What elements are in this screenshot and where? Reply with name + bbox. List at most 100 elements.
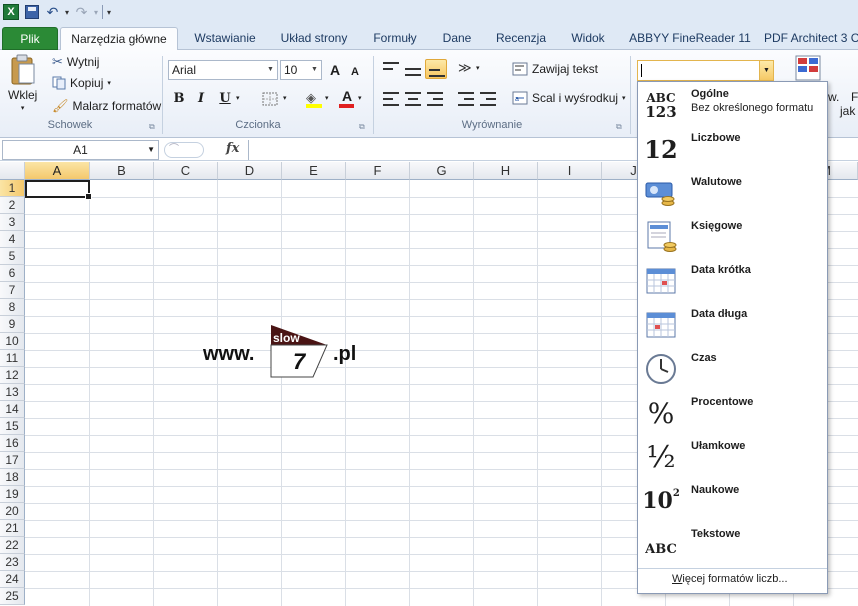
format-painter-button[interactable]: 🖌 Malarz formatów <box>52 98 161 114</box>
tab-file[interactable]: Plik <box>2 27 58 50</box>
undo-button[interactable]: ↶ <box>44 4 61 21</box>
fill-color-dropdown-icon[interactable]: ▾ <box>325 94 329 102</box>
align-top-icon[interactable] <box>383 62 399 76</box>
alignment-launcher-icon[interactable]: ⧉ <box>616 122 622 132</box>
tab-pdf-architect[interactable]: PDF Architect 3 Cr <box>764 27 858 50</box>
format-item-percent[interactable]: % Procentowe <box>638 390 827 434</box>
row-header[interactable]: 4 <box>0 231 25 248</box>
formula-expand-handle[interactable]: ⌒ <box>164 142 204 158</box>
tab-data[interactable]: Dane <box>434 27 480 50</box>
decrease-indent-icon[interactable] <box>458 92 474 106</box>
column-header[interactable]: I <box>538 162 602 180</box>
align-middle-icon[interactable] <box>405 62 421 76</box>
underline-button[interactable]: U <box>216 90 234 108</box>
row-header[interactable]: 14 <box>0 401 25 418</box>
row-header[interactable]: 19 <box>0 486 25 503</box>
row-header[interactable]: 15 <box>0 418 25 435</box>
row-header[interactable]: 10 <box>0 333 25 350</box>
row-header[interactable]: 13 <box>0 384 25 401</box>
orientation-dropdown-icon[interactable]: ▾ <box>476 64 480 72</box>
row-header[interactable]: 6 <box>0 265 25 282</box>
bold-button[interactable]: B <box>170 90 188 108</box>
row-header[interactable]: 5 <box>0 248 25 265</box>
row-header[interactable]: 22 <box>0 537 25 554</box>
format-item-number[interactable]: 12 Liczbowe <box>638 126 827 170</box>
format-item-accounting[interactable]: Księgowe <box>638 214 827 258</box>
save-button[interactable] <box>23 4 40 21</box>
column-header[interactable]: A <box>25 162 90 180</box>
format-item-time[interactable]: Czas <box>638 346 827 390</box>
conditional-formatting-icon[interactable] <box>794 54 822 82</box>
insert-function-button[interactable]: fx <box>226 141 239 156</box>
copy-dropdown-icon[interactable]: ▾ <box>107 79 111 87</box>
align-right-icon[interactable] <box>427 92 443 106</box>
row-header[interactable]: 8 <box>0 299 25 316</box>
format-item-fraction[interactable]: ½ Ułamkowe <box>638 434 827 478</box>
tab-formulas[interactable]: Formuły <box>364 27 426 50</box>
row-header[interactable]: 18 <box>0 469 25 486</box>
italic-button[interactable]: I <box>192 90 210 108</box>
align-center-icon[interactable] <box>405 92 421 106</box>
row-header[interactable]: 11 <box>0 350 25 367</box>
grow-font-button[interactable]: A <box>326 61 344 79</box>
row-header[interactable]: 3 <box>0 214 25 231</box>
excel-logo-icon[interactable]: X <box>3 4 19 20</box>
row-header[interactable]: 20 <box>0 503 25 520</box>
clipboard-launcher-icon[interactable]: ⧉ <box>149 122 155 132</box>
font-launcher-icon[interactable]: ⧉ <box>359 122 365 132</box>
column-header[interactable]: G <box>410 162 474 180</box>
tab-insert[interactable]: Wstawianie <box>186 27 264 50</box>
undo-dropdown-icon[interactable]: ▾ <box>65 8 69 17</box>
row-header[interactable]: 2 <box>0 197 25 214</box>
font-color-button[interactable]: A <box>338 88 356 108</box>
column-header[interactable]: H <box>474 162 538 180</box>
row-header[interactable]: 25 <box>0 588 25 605</box>
column-header[interactable]: D <box>218 162 282 180</box>
copy-button[interactable]: Kopiuj ▾ <box>52 76 111 90</box>
align-left-icon[interactable] <box>383 92 399 106</box>
row-header[interactable]: 23 <box>0 554 25 571</box>
column-header[interactable]: B <box>90 162 154 180</box>
more-number-formats-link[interactable]: Więcej formatów liczb... <box>672 573 788 585</box>
chevron-down-icon[interactable]: ▼ <box>759 61 773 80</box>
row-header[interactable]: 24 <box>0 571 25 588</box>
active-cell-a1[interactable] <box>25 180 92 200</box>
font-size-select[interactable]: 10 ▼ <box>280 60 322 80</box>
paste-dropdown-icon[interactable]: ▾ <box>21 104 25 112</box>
wrap-text-button[interactable]: Zawijaj tekst <box>512 62 598 76</box>
row-header[interactable]: 17 <box>0 452 25 469</box>
format-item-text[interactable]: ABC Tekstowe <box>638 522 827 566</box>
row-header[interactable]: 9 <box>0 316 25 333</box>
format-item-scientific[interactable]: 10 2 Naukowe <box>638 478 827 522</box>
row-header[interactable]: 1 <box>0 180 25 197</box>
column-header[interactable]: F <box>346 162 410 180</box>
row-header[interactable]: 16 <box>0 435 25 452</box>
cut-button[interactable]: ✂ Wytnij <box>52 54 99 70</box>
redo-button[interactable]: ↷ <box>73 4 90 21</box>
redo-dropdown-icon[interactable]: ▾ <box>94 8 98 17</box>
increase-indent-icon[interactable] <box>480 92 496 106</box>
format-item-general[interactable]: ABC 123 Ogólne Bez określonego formatu <box>638 82 827 126</box>
column-header[interactable]: E <box>282 162 346 180</box>
customize-toolbar-icon[interactable]: ▾ <box>107 8 111 17</box>
row-header[interactable]: 7 <box>0 282 25 299</box>
format-item-currency[interactable]: Walutowe <box>638 170 827 214</box>
font-family-select[interactable]: Arial ▼ <box>168 60 278 80</box>
borders-dropdown-icon[interactable]: ▾ <box>283 94 287 102</box>
select-all-corner[interactable] <box>0 162 25 180</box>
underline-dropdown-icon[interactable]: ▾ <box>236 94 240 102</box>
name-box[interactable]: A1 ▼ <box>2 140 159 160</box>
tab-home[interactable]: Narzędzia główne <box>60 27 178 51</box>
column-header[interactable]: C <box>154 162 218 180</box>
shrink-font-button[interactable]: A <box>346 63 364 81</box>
tab-review[interactable]: Recenzja <box>490 27 552 50</box>
format-item-short-date[interactable]: Data krótka <box>638 258 827 302</box>
row-header[interactable]: 12 <box>0 367 25 384</box>
merge-center-button[interactable]: a Scal i wyśrodkuj ▾ <box>512 91 626 105</box>
tab-view[interactable]: Widok <box>562 27 614 50</box>
merge-dropdown-icon[interactable]: ▾ <box>622 94 626 102</box>
align-bottom-button[interactable] <box>425 59 447 79</box>
row-header[interactable]: 21 <box>0 520 25 537</box>
number-format-combo[interactable]: ▼ <box>637 60 774 81</box>
format-item-long-date[interactable]: Data długa <box>638 302 827 346</box>
